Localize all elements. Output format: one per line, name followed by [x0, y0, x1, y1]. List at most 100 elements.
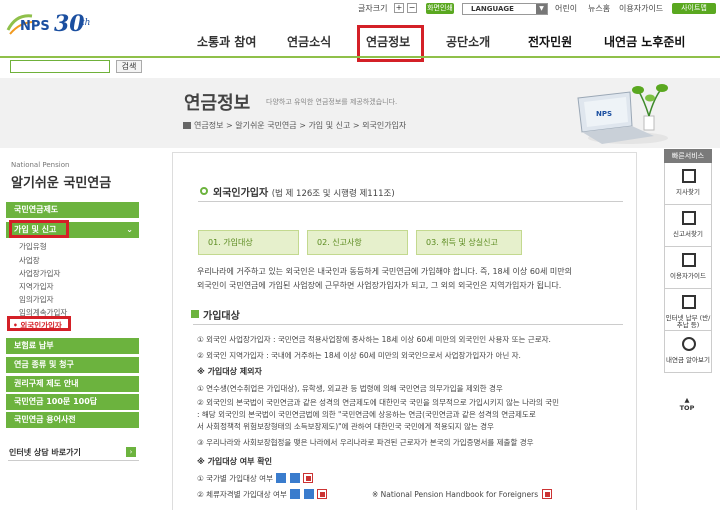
gnb-item-retirement[interactable]: 내연금 노후준비: [604, 33, 685, 50]
section-bullet-icon: [191, 310, 199, 318]
lnb-item-100qa[interactable]: 국민연금 100문 100답: [6, 394, 139, 410]
language-label: LANGUAGE: [471, 5, 514, 13]
font-decrease-button[interactable]: −: [407, 3, 417, 13]
word-file-icon[interactable]: [303, 489, 314, 499]
target-item-1: ① 외국인 사업장가입자 : 국민연금 적용사업장에 종사하는 18세 이상 6…: [197, 335, 551, 344]
logo-th-text: th: [81, 18, 91, 28]
kids-link[interactable]: 어린이: [555, 3, 577, 14]
clover-icon: [682, 337, 696, 351]
e-payment-icon: [682, 295, 696, 309]
gnb-divider: [0, 56, 720, 58]
lnb-item-glossary[interactable]: 국민연금 용어사전: [6, 412, 139, 428]
search-input[interactable]: [10, 60, 110, 73]
breadcrumb-path: 연금정보 > 알기쉬운 국민연금 > 가입 및 신고 > 외국인가입자: [194, 121, 407, 130]
exclusion-item-1: ① 연수생(연수취업은 가입대상), 유학생, 외교관 등 법령에 의해 국민연…: [197, 384, 503, 393]
top-button[interactable]: ▲ TOP: [676, 396, 698, 412]
page-description: 다양하고 유익한 연금정보를 제공하겠습니다.: [266, 98, 398, 106]
arrow-right-icon[interactable]: ›: [126, 447, 136, 457]
breadcrumb: 연금정보 > 알기쉬운 국민연금 > 가입 및 신고 > 외국인가입자: [183, 120, 406, 131]
check-item-1: ① 국가별 가입대상 여부: [197, 473, 314, 484]
side-title: 알기쉬운 국민연금: [11, 176, 112, 191]
lnb-sub-active-highlight: [7, 316, 71, 331]
laptop-plant-illustration: NPS: [577, 84, 668, 144]
quick-item-my-pension[interactable]: 내연금 알아보기: [664, 331, 712, 373]
home-icon[interactable]: [183, 122, 191, 129]
tab-reporting[interactable]: 02. 신고사항: [307, 230, 408, 255]
newsletter-link[interactable]: 뉴스홈: [588, 3, 610, 14]
pdf-file-icon[interactable]: [316, 489, 327, 499]
font-increase-button[interactable]: +: [394, 3, 404, 13]
hwp-file-icon[interactable]: [276, 473, 287, 483]
exclusion-item-2b: : 해당 외국인의 본국법이 국민연금법에 의한 "국민연금에 상응하는 연금(…: [197, 410, 536, 419]
content-heading: 외국인가입자 (법 제 126조 및 시행령 제111조): [213, 184, 395, 199]
language-select[interactable]: LANGUAGE ▼: [462, 3, 548, 15]
lnb-label: 국민연금 100문 100답: [14, 397, 98, 406]
logo-nps-text: NPS: [20, 19, 50, 34]
quick-item-label: 내연금 알아보기: [666, 356, 710, 364]
chevron-down-icon: ▼: [536, 4, 547, 14]
arrow-up-icon: ▲: [684, 396, 690, 404]
quick-item-label: 인터넷 납부 (반/추납 등): [665, 314, 711, 329]
exclusion-item-2c: 서 사회정책적 위험보장형태의 소득보장제도)"에 관하여 대한민국 국민에게 …: [197, 422, 494, 431]
target-item-2: ② 외국인 지역가입자 : 국내에 거주하는 18세 이상 60세 미만의 외국…: [197, 351, 521, 360]
lnb-sub-regional-member[interactable]: 지역가입자: [19, 281, 54, 292]
lnb-sub-workplace-member[interactable]: 사업장가입자: [19, 268, 60, 279]
quick-item-form-finder[interactable]: 신고서찾기: [664, 205, 712, 247]
lnb-item-remedy[interactable]: 권리구제 제도 안내: [6, 376, 139, 392]
lnb-sub-workplace[interactable]: 사업장: [19, 255, 40, 266]
quick-item-label: 신고서찾기: [673, 230, 703, 238]
lnb-item-system[interactable]: 국민연금제도: [6, 202, 139, 218]
check-item-2: ② 체류자격별 가입대상 여부: [197, 489, 327, 500]
divider: [8, 460, 139, 461]
lnb-label: 보험료 납부: [14, 341, 54, 350]
quick-item-label: 이용자가이드: [670, 272, 706, 280]
section-divider: [193, 324, 623, 325]
search-button[interactable]: 검색: [116, 60, 142, 73]
print-button[interactable]: 화면인쇄: [426, 3, 454, 14]
intro-line-2: 외국인이 국민연금에 가입된 사업장에 근무하면 사업장가입자가 되고, 그 외…: [197, 281, 562, 290]
exclusion-title: ※ 가입대상 제외자: [197, 367, 262, 376]
pdf-file-icon[interactable]: [303, 473, 314, 483]
nps-logo[interactable]: NPS 30 th: [6, 10, 102, 40]
heading-bullet-icon: [200, 187, 208, 195]
check-title: ※ 가입대상 여부 확인: [197, 457, 273, 466]
check-item-label: ① 국가별 가입대상 여부: [197, 474, 273, 483]
hwp-file-icon[interactable]: [290, 489, 301, 499]
building-icon: [682, 169, 696, 183]
gnb-item-e-service[interactable]: 전자민원: [528, 33, 572, 50]
pdf-file-icon[interactable]: [541, 489, 552, 499]
quick-item-label: 지사찾기: [676, 188, 700, 196]
gnb-item-about[interactable]: 공단소개: [446, 33, 490, 50]
sitemap-button[interactable]: 사이트맵: [672, 3, 716, 14]
heading-title: 외국인가입자: [213, 188, 269, 199]
lnb-label: 권리구제 제도 안내: [14, 379, 79, 388]
quick-item-internet-payment[interactable]: 인터넷 납부 (반/추납 등): [664, 289, 712, 331]
quick-service-bar: 빠른서비스 지사찾기 신고서찾기 이용자가이드 인터넷 납부 (반/추납 등) …: [664, 149, 712, 417]
quick-item-branch-finder[interactable]: 지사찾기: [664, 163, 712, 205]
handbook-label: ※ National Pension Handbook for Foreigne…: [372, 490, 539, 499]
heading-law-ref: (법 제 126조 및 시행령 제111조): [271, 189, 395, 199]
word-file-icon[interactable]: [289, 473, 300, 483]
svg-text:NPS: NPS: [596, 110, 612, 118]
utility-bar: 글자크기 + − 화면인쇄 LANGUAGE ▼ 어린이 뉴스홈 이용자가이드 …: [0, 3, 720, 15]
gnb-item-news[interactable]: 연금소식: [287, 33, 331, 50]
tab-acquisition-loss[interactable]: 03. 취득 및 상실신고: [416, 230, 522, 255]
lnb-active-highlight: [9, 220, 69, 238]
gnb-item-communication[interactable]: 소통과 참여: [197, 33, 256, 50]
lnb-item-payment[interactable]: 보험료 납부: [6, 338, 139, 354]
font-size-label: 글자크기: [358, 4, 388, 13]
tab-eligibility[interactable]: 01. 가입대상: [198, 230, 299, 255]
top-label: TOP: [679, 404, 695, 412]
alert-bubble-icon: [682, 253, 696, 267]
lnb-item-pension-types[interactable]: 연금 종류 및 청구: [6, 357, 139, 373]
usage-guide-link[interactable]: 이용자가이드: [619, 3, 663, 14]
lnb-label: 국민연금 용어사전: [14, 415, 76, 424]
heading-divider: [198, 201, 623, 202]
chevron-down-icon: ⌄: [126, 225, 133, 234]
handbook-link[interactable]: ※ National Pension Handbook for Foreigne…: [372, 489, 552, 499]
check-item-label: ② 체류자격별 가입대상 여부: [197, 490, 287, 499]
lnb-sub-join-type[interactable]: 가입유형: [19, 241, 47, 252]
quick-item-user-guide[interactable]: 이용자가이드: [664, 247, 712, 289]
lnb-sub-voluntary-member[interactable]: 임의가입자: [19, 294, 54, 305]
online-consult-link[interactable]: 인터넷 상담 바로가기: [9, 447, 81, 458]
